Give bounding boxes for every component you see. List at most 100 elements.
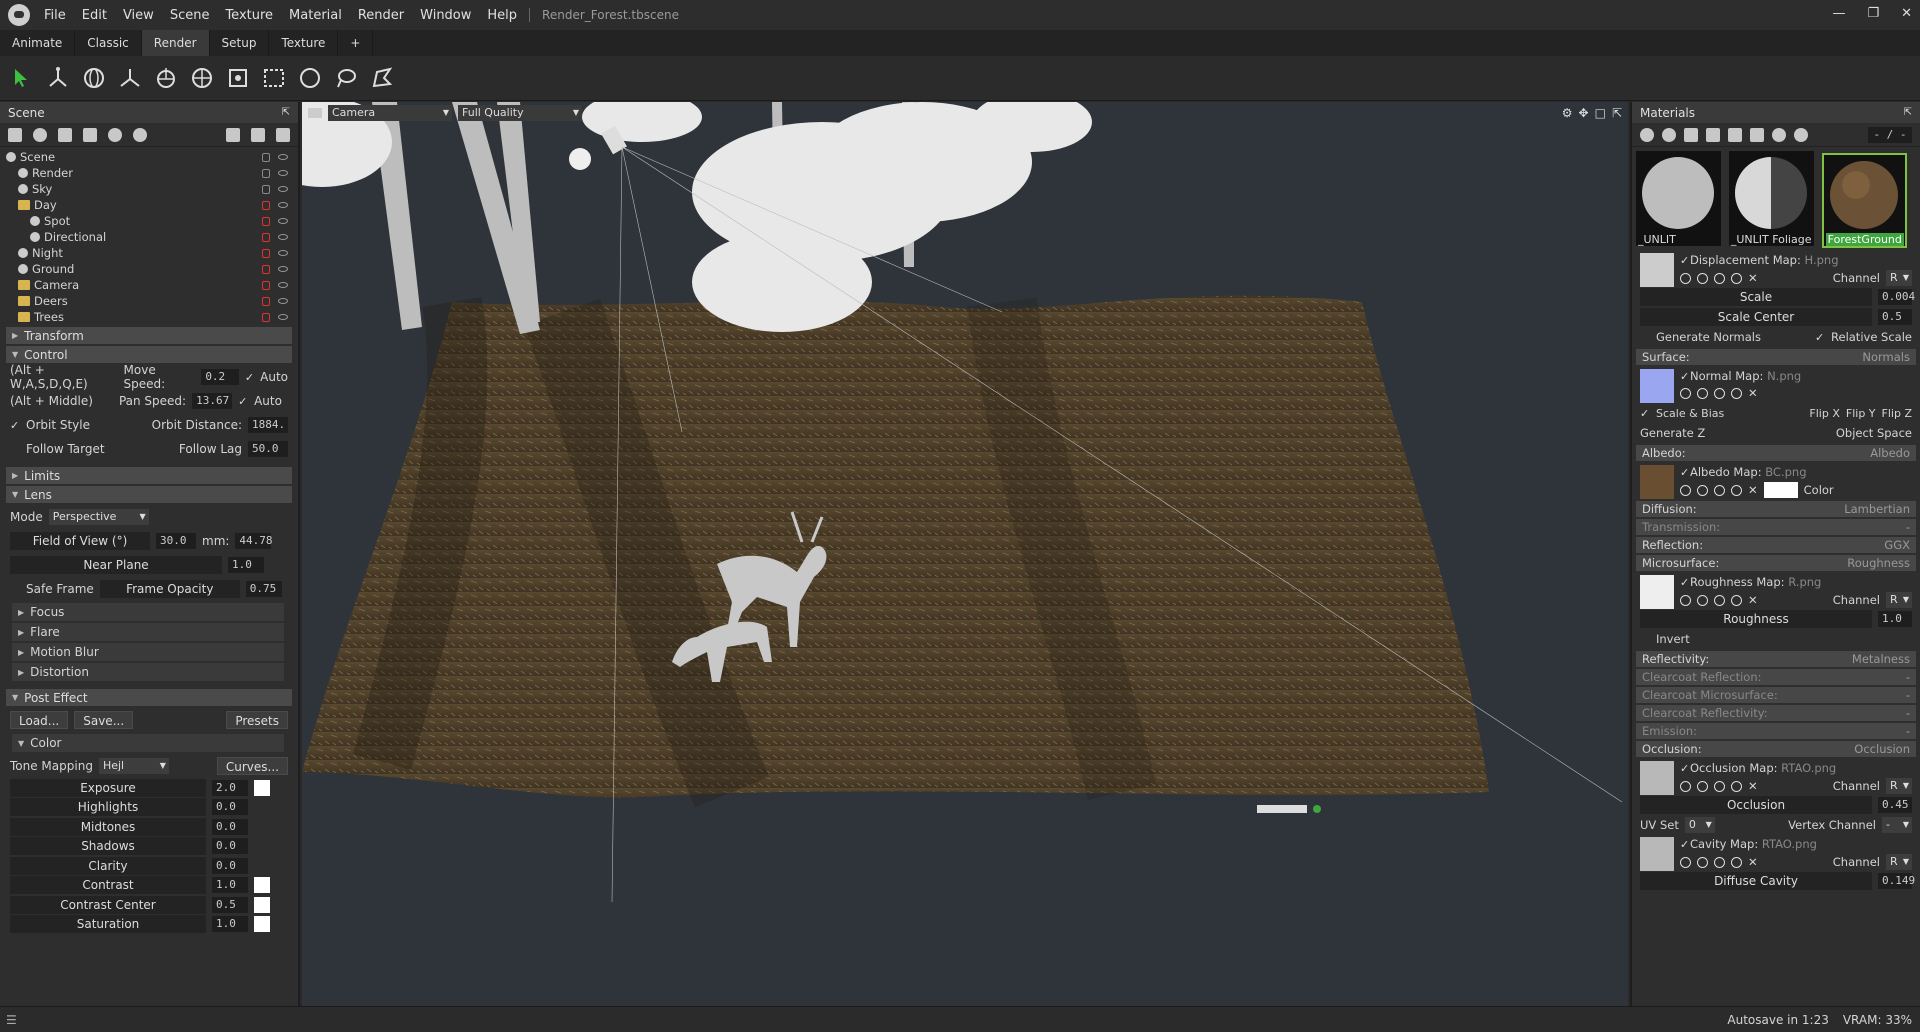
refresh-icon[interactable] [1731, 780, 1742, 792]
add-camera-icon[interactable] [8, 127, 22, 142]
tab-render[interactable]: Render [141, 30, 210, 56]
pan-auto-checkbox[interactable]: ✓ [238, 395, 248, 408]
lock-icon[interactable] [262, 216, 270, 226]
brush-icon[interactable] [1714, 594, 1725, 606]
brush-icon[interactable] [1714, 272, 1725, 284]
material-pick-icon[interactable] [1750, 127, 1764, 142]
color-slider[interactable]: Contrast [10, 876, 206, 895]
visibility-eye-icon[interactable] [278, 154, 288, 160]
camera-dropdown[interactable]: Camera [328, 105, 452, 121]
microsurface-type[interactable]: Roughness [1847, 556, 1910, 570]
menu-scene[interactable]: Scene [162, 8, 218, 23]
brush-icon[interactable] [1714, 856, 1725, 868]
tab-setup[interactable]: Setup [210, 30, 270, 56]
clear-icon[interactable]: ✕ [1748, 271, 1758, 285]
translate-tool-icon[interactable] [44, 64, 72, 92]
color-slider-value[interactable]: 0.0 [212, 818, 248, 835]
color-swatch[interactable] [254, 779, 270, 796]
material-folder-icon[interactable] [1706, 127, 1720, 142]
uv-set-dropdown[interactable]: 0 [1684, 817, 1715, 833]
menu-edit[interactable]: Edit [74, 8, 115, 23]
clear-icon[interactable]: ✕ [1748, 593, 1758, 607]
viewport[interactable]: Camera Full Quality ⚙ ✥ □ ⇱ [302, 102, 1628, 1006]
tree-item-scene[interactable]: Scene [0, 149, 298, 165]
clear-icon[interactable]: ✕ [1748, 779, 1758, 793]
cavity-map-thumb[interactable] [1640, 837, 1674, 871]
menu-window[interactable]: Window [412, 8, 479, 23]
lock-icon[interactable] [262, 184, 270, 194]
follow-lag-field[interactable]: 50.0 [248, 441, 288, 457]
vertex-channel-dropdown[interactable]: - [1882, 817, 1912, 833]
color-slider-value[interactable]: 2.0 [212, 779, 248, 796]
select-tool-icon[interactable] [8, 64, 36, 92]
refresh-icon[interactable] [1731, 387, 1742, 399]
material-thumb-unlit-foliage[interactable]: _UNLIT Foliage [1728, 151, 1814, 246]
pan-speed-field[interactable]: 13.67 [192, 393, 233, 409]
fov-slider[interactable]: Field of View (°) [10, 532, 150, 550]
add-material-icon[interactable] [1640, 127, 1654, 142]
frame-opacity-field[interactable]: 0.75 [245, 581, 282, 597]
section-focus[interactable]: Focus [12, 603, 284, 621]
lock-icon[interactable] [262, 200, 270, 210]
color-slider-value[interactable]: 0.0 [212, 857, 248, 874]
pivot-tool-icon[interactable] [188, 64, 216, 92]
close-icon[interactable]: ✕ [1901, 6, 1912, 21]
tree-item-trees[interactable]: Trees [0, 309, 298, 325]
reflectivity-type[interactable]: Metalness [1852, 652, 1910, 666]
visibility-eye-icon[interactable] [278, 218, 288, 224]
section-clearcoat-reflectivity[interactable]: Clearcoat Reflectivity: - [1636, 705, 1916, 721]
material-thumb-unlit[interactable]: _UNLIT [1636, 151, 1721, 246]
occlusion-type[interactable]: Occlusion [1854, 742, 1910, 756]
gear-icon[interactable] [1680, 484, 1691, 496]
material-delete-icon[interactable] [1728, 127, 1742, 142]
scale-bias-label[interactable]: Scale & Bias [1656, 407, 1724, 420]
material-thumb-forestground[interactable]: ForestGround [1821, 153, 1907, 248]
tab-texture[interactable]: Texture [269, 30, 339, 56]
tree-item-night[interactable]: Night [0, 245, 298, 261]
lock-icon[interactable] [262, 168, 270, 178]
section-color[interactable]: Color [12, 734, 284, 752]
move-auto-checkbox[interactable]: ✓ [245, 371, 254, 384]
color-slider-value[interactable]: 1.0 [212, 916, 248, 933]
object-space-label[interactable]: Object Space [1836, 426, 1912, 440]
undock-icon[interactable]: ⇱ [282, 107, 290, 118]
circle-select-icon[interactable] [296, 64, 324, 92]
viewport-maximize-icon[interactable]: □ [1595, 106, 1606, 120]
tree-item-day[interactable]: Day [0, 197, 298, 213]
menu-material[interactable]: Material [281, 8, 350, 23]
mode-dropdown[interactable]: Perspective [48, 509, 149, 525]
brush-icon[interactable] [1714, 387, 1725, 399]
menu-texture[interactable]: Texture [217, 8, 281, 23]
rect-select-icon[interactable] [260, 64, 288, 92]
albedo-map-thumb[interactable] [1640, 465, 1674, 499]
color-swatch[interactable] [254, 896, 270, 913]
visibility-eye-icon[interactable] [278, 186, 288, 192]
mm-field[interactable]: 44.78 [235, 533, 273, 549]
lock-icon[interactable] [262, 264, 270, 274]
viewport-move-icon[interactable]: ✥ [1579, 106, 1589, 120]
sun-light-icon[interactable] [569, 148, 591, 170]
color-swatch[interactable] [254, 916, 270, 933]
tree-item-directional[interactable]: Directional [0, 229, 298, 245]
section-limits[interactable]: Limits [6, 467, 292, 484]
occlusion-slider[interactable]: Occlusion [1640, 796, 1872, 814]
search-icon[interactable] [1697, 856, 1708, 868]
section-occlusion[interactable]: Occlusion: Occlusion [1636, 741, 1916, 757]
color-slider[interactable]: Highlights [10, 798, 206, 817]
diffuse-cavity-field[interactable]: 0.149 [1878, 873, 1915, 889]
tree-item-ground[interactable]: Ground [0, 261, 298, 277]
viewport-undock-icon[interactable]: ⇱ [1612, 106, 1622, 120]
lock-icon[interactable] [262, 248, 270, 258]
lock-icon[interactable] [262, 232, 270, 242]
section-lens[interactable]: Lens [6, 486, 292, 503]
presets-button[interactable]: Presets [226, 711, 288, 729]
visibility-eye-icon[interactable] [278, 266, 288, 272]
near-plane-slider[interactable]: Near Plane [10, 556, 222, 574]
camera-icon[interactable] [308, 108, 322, 118]
channel-dropdown[interactable]: R [1886, 592, 1912, 608]
clear-icon[interactable]: ✕ [1748, 483, 1758, 497]
status-menu-icon[interactable]: ☰ [6, 1013, 17, 1027]
color-slider-value[interactable]: 0.0 [212, 838, 248, 855]
gear-icon[interactable] [1680, 387, 1691, 399]
channel-dropdown[interactable]: R [1886, 854, 1912, 870]
